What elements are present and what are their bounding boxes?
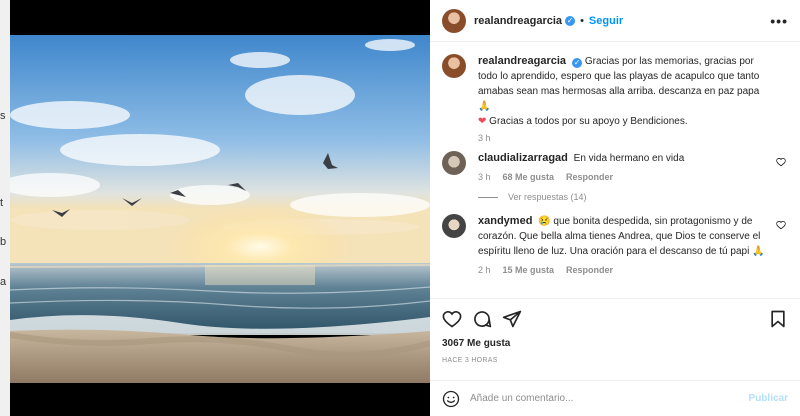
reply-button[interactable]: Responder	[566, 265, 613, 275]
verified-badge-icon: ✓	[565, 15, 576, 26]
more-options-icon[interactable]: •••	[770, 13, 788, 29]
emoji-picker-icon[interactable]	[442, 390, 460, 408]
comment-timestamp[interactable]: 2 h	[478, 265, 491, 275]
background-text-fragment: a	[0, 276, 7, 288]
comment-input[interactable]	[470, 393, 749, 404]
caption-body-line2: Gracias a todos por su apoyo y Bendicion…	[489, 116, 688, 127]
comment-like-heart-icon[interactable]	[776, 220, 786, 230]
comment-like-heart-icon[interactable]	[776, 157, 786, 167]
post-caption: realandreagarcia ✓ Gracias por las memori…	[442, 54, 788, 143]
caption-timestamp[interactable]: 3 h	[478, 133, 491, 143]
publish-button[interactable]: Publicar	[749, 393, 788, 404]
comment-bubble-icon[interactable]	[472, 309, 492, 329]
comment-text: En vida hermano en vida	[573, 153, 685, 164]
background-text-fragment: b	[0, 236, 7, 248]
author-username[interactable]: realandreagarcia	[474, 15, 562, 27]
caption-text: realandreagarcia ✓ Gracias por las memori…	[478, 54, 772, 129]
like-heart-icon[interactable]	[442, 309, 462, 329]
comment-timestamp[interactable]: 3 h	[478, 172, 491, 182]
add-comment-bar: Publicar	[430, 380, 800, 416]
view-replies-button[interactable]: Ver respuestas (14)	[478, 192, 788, 202]
share-send-icon[interactable]	[502, 309, 522, 329]
commenter-avatar[interactable]	[442, 151, 466, 175]
post-header: realandreagarcia ✓ • Seguir •••	[430, 0, 800, 42]
post-image[interactable]	[10, 35, 430, 383]
author-avatar[interactable]	[442, 54, 466, 78]
likes-count[interactable]: 3067 Me gusta	[442, 338, 510, 349]
author-avatar[interactable]	[442, 8, 466, 33]
background-text-fragment: t	[0, 197, 4, 209]
comment-username[interactable]: claudializarragad	[478, 152, 568, 164]
separator-dot: •	[580, 14, 584, 27]
commenter-avatar[interactable]	[442, 214, 466, 238]
bookmark-icon[interactable]	[768, 309, 788, 329]
caption-meta: 3 h	[478, 133, 772, 143]
caption-author[interactable]: realandreagarcia	[478, 55, 566, 67]
post-detail-panel: realandreagarcia ✓ • Seguir ••• realandr…	[430, 0, 800, 416]
background-page-strip: s t b a	[0, 0, 10, 416]
verified-badge-icon: ✓	[572, 58, 583, 68]
follow-button[interactable]: Seguir	[589, 15, 623, 27]
comment-username[interactable]: xandymed	[478, 215, 532, 227]
comment-likes[interactable]: 15 Me gusta	[503, 265, 555, 275]
view-replies-label: Ver respuestas (14)	[508, 192, 587, 202]
red-heart-icon: ❤	[478, 116, 487, 127]
action-bar	[430, 298, 800, 338]
comments-section: realandreagarcia ✓ Gracias por las memori…	[430, 42, 800, 298]
comment-likes[interactable]: 68 Me gusta	[503, 172, 555, 182]
background-text-fragment: s	[0, 110, 6, 122]
replies-divider	[478, 196, 498, 198]
comment-item: claudializarragad En vida hermano en vid…	[442, 151, 788, 182]
comment-item: xandymed 😢 que bonita despedida, sin pro…	[442, 214, 788, 275]
reply-button[interactable]: Responder	[566, 172, 613, 182]
post-timestamp: HACE 3 HORAS	[442, 357, 498, 364]
